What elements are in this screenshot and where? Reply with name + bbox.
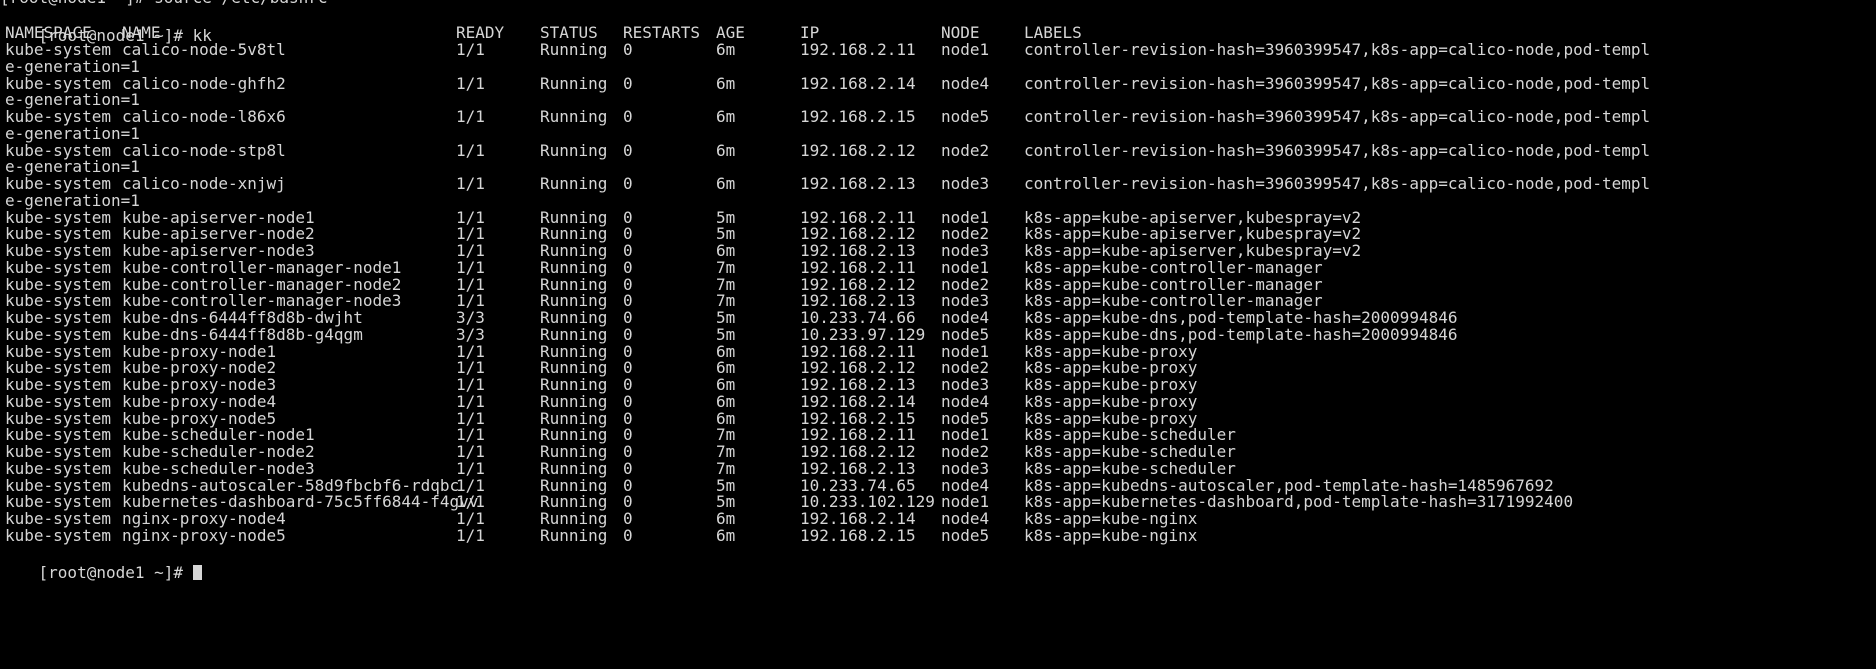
cell-name: calico-node-xnjwj (122, 174, 286, 193)
cell-age: 6m (716, 40, 736, 59)
cell-age: 6m (716, 107, 736, 126)
cell-name: calico-node-l86x6 (122, 107, 286, 126)
cell-ip: 192.168.2.14 (800, 73, 916, 93)
cell-node: node1 (941, 40, 990, 59)
cell-ip: 192.168.2.12 (800, 140, 916, 160)
header-restarts: RESTARTS (623, 23, 701, 42)
cell-age: 6m (716, 174, 736, 193)
cell-ready: 1/1 (456, 174, 485, 193)
cell-node: node4 (941, 73, 990, 93)
cell-status: Running (540, 174, 608, 193)
cell-name: calico-node-5v8tl (122, 40, 286, 59)
final-prompt-line: [root@node1 ~]# (0, 543, 202, 582)
cell-restarts: 0 (623, 40, 633, 59)
cell-node: node5 (941, 525, 990, 545)
shell-prompt: [root@node1 ~]# (38, 562, 193, 582)
cell-labels: k8s-app=kube-nginx (1024, 525, 1198, 545)
cell-restarts: 0 (623, 107, 633, 126)
cell-ready: 1/1 (456, 107, 485, 126)
cell-labels: controller-revision-hash=3960399547,k8s-… (1024, 140, 1651, 160)
cell-labels: controller-revision-hash=3960399547,k8s-… (1024, 40, 1651, 59)
cell-node: node5 (941, 107, 990, 126)
cell-name: calico-node-ghfh2 (122, 73, 286, 93)
cell-ready: 1/1 (456, 40, 485, 59)
cell-status: Running (540, 73, 608, 93)
cell-restarts: 0 (623, 525, 633, 545)
terminal-window[interactable]: [root@node1 ~]# source /etc/bashrc [root… (0, 0, 1876, 669)
cell-ready: 1/1 (456, 140, 485, 160)
cell-restarts: 0 (623, 174, 633, 193)
cell-age: 6m (716, 140, 736, 160)
cell-name: calico-node-stp8l (122, 140, 286, 160)
cell-restarts: 0 (623, 73, 633, 93)
cell-labels: controller-revision-hash=3960399547,k8s-… (1024, 73, 1651, 93)
cell-restarts: 0 (623, 140, 633, 160)
cell-ready: 1/1 (456, 73, 485, 93)
cell-status: Running (540, 525, 608, 545)
cell-ip: 192.168.2.13 (800, 174, 916, 193)
cell-age: 6m (716, 525, 736, 545)
cell-age: 6m (716, 73, 736, 93)
cell-status: Running (540, 107, 608, 126)
text-cursor (192, 564, 202, 580)
cell-ip: 192.168.2.15 (800, 107, 916, 126)
cell-node: node3 (941, 174, 990, 193)
cell-status: Running (540, 140, 608, 160)
cell-status: Running (540, 40, 608, 59)
cell-ready: 1/1 (456, 525, 485, 545)
cell-node: node2 (941, 140, 990, 160)
cell-labels: controller-revision-hash=3960399547,k8s-… (1024, 174, 1651, 193)
cell-labels: controller-revision-hash=3960399547,k8s-… (1024, 107, 1651, 126)
cell-ip: 192.168.2.15 (800, 525, 916, 545)
cell-ip: 192.168.2.11 (800, 40, 916, 59)
